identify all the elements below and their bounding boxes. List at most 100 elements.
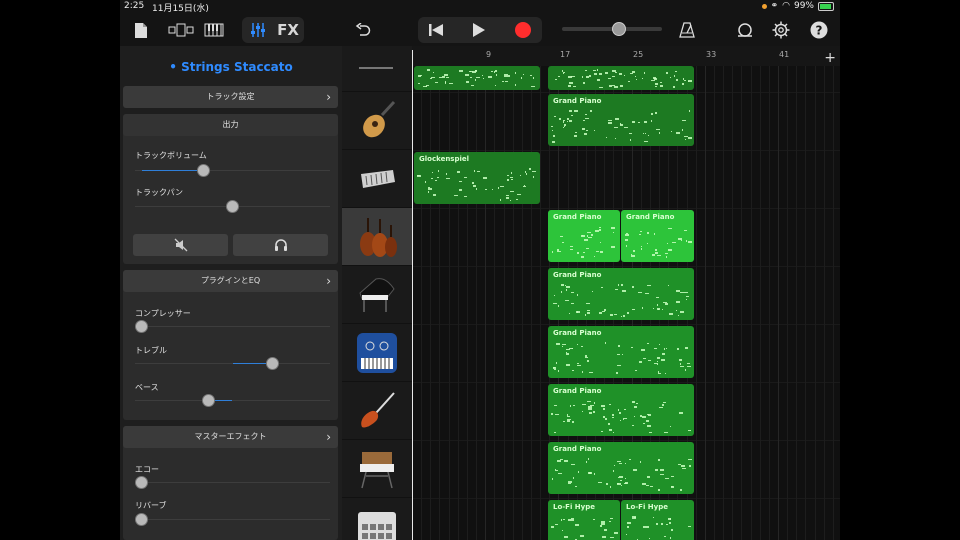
midi-note [585, 117, 590, 120]
loop-browser-button[interactable] [734, 16, 756, 44]
region-lofi-hype-1[interactable]: Lo-Fi Hype [548, 500, 620, 540]
midi-note [629, 72, 633, 75]
midi-note [553, 294, 555, 297]
bass-knob[interactable] [202, 394, 216, 407]
tracks-area[interactable]: Grand Piano Glockenspiel Grand Piano Gra… [412, 66, 840, 540]
metronome-icon [679, 22, 695, 38]
grid-line [750, 66, 752, 540]
track-header-drum-machine[interactable] [342, 498, 412, 540]
midi-note [666, 347, 668, 350]
midi-note [565, 299, 570, 301]
midi-note [433, 71, 435, 74]
midi-note [619, 85, 623, 87]
echo-slider[interactable] [135, 476, 330, 489]
track-header-acoustic-guitar[interactable] [342, 92, 412, 150]
compressor-knob[interactable] [135, 320, 148, 333]
midi-note [573, 404, 576, 407]
region-grand-piano[interactable]: Grand Piano [548, 384, 694, 436]
track-volume-knob[interactable] [196, 164, 210, 177]
midi-note [658, 459, 661, 461]
midi-note [604, 529, 608, 531]
midi-note [608, 520, 611, 523]
region-glockenspiel[interactable]: Glockenspiel [414, 152, 540, 204]
timeline-ruler[interactable]: 9 17 25 33 41 [412, 46, 840, 66]
region-lofi-hype-2[interactable]: Lo-Fi Hype [621, 500, 694, 540]
master-effects-button[interactable]: マスターエフェクト › [123, 426, 338, 448]
midi-note [555, 469, 559, 472]
region-top-partial-2[interactable] [548, 66, 694, 90]
track-settings-button[interactable]: トラック設定 › [123, 86, 338, 108]
midi-note [562, 72, 564, 75]
reverb-slider[interactable] [135, 513, 330, 526]
fx-button[interactable]: FX [274, 16, 302, 44]
keyboard-button[interactable] [202, 16, 226, 44]
echo-knob[interactable] [135, 476, 148, 489]
track-header-grand-piano[interactable] [342, 266, 412, 324]
reverb-knob[interactable] [135, 513, 148, 526]
midi-note [663, 535, 666, 538]
region-name: Glockenspiel [419, 155, 470, 163]
glockenspiel-icon [361, 169, 395, 188]
region-top-partial[interactable] [414, 66, 540, 90]
midi-note [577, 294, 579, 296]
tracks-view-icon [168, 23, 194, 37]
track-pan-knob[interactable] [226, 200, 239, 213]
treble-slider[interactable] [135, 357, 330, 370]
treble-knob[interactable] [266, 357, 280, 370]
play-button[interactable] [468, 16, 490, 44]
midi-note [683, 79, 686, 82]
region-grand-piano[interactable]: Grand Piano [548, 442, 694, 494]
midi-note [601, 536, 606, 538]
solo-button[interactable] [233, 234, 328, 256]
master-volume-knob[interactable] [612, 22, 626, 36]
region-grand-piano[interactable]: Grand Piano [548, 268, 694, 320]
midi-note [653, 233, 655, 235]
help-button[interactable]: ? [808, 16, 830, 44]
midi-note [641, 416, 646, 418]
track-header-strings[interactable] [342, 208, 412, 266]
link-icon: ⚭ [770, 1, 779, 11]
midi-note [562, 518, 565, 521]
compressor-slider[interactable] [135, 320, 330, 333]
midi-note [523, 185, 527, 188]
midi-note [577, 364, 582, 367]
plugins-eq-button[interactable]: プラグインとEQ › [123, 270, 338, 292]
playhead[interactable] [412, 50, 413, 540]
midi-note [566, 364, 571, 366]
region-grand-piano[interactable]: Grand Piano [548, 94, 694, 146]
track-name-title[interactable]: • Strings Staccato [120, 60, 342, 74]
midi-note [617, 460, 622, 463]
midi-note [630, 255, 635, 257]
my-songs-button[interactable] [130, 16, 152, 44]
track-header-synthesizer[interactable] [342, 440, 412, 498]
midi-note [635, 369, 638, 372]
record-button[interactable] [512, 16, 534, 44]
tracks-view-button[interactable] [166, 16, 196, 44]
track-header-synth-keyboard[interactable] [342, 324, 412, 382]
settings-button[interactable] [770, 16, 792, 44]
track-volume-slider[interactable] [135, 164, 330, 177]
mute-button[interactable] [133, 234, 228, 256]
metronome-button[interactable] [676, 16, 698, 44]
midi-note [599, 312, 603, 314]
bass-slider[interactable] [135, 394, 330, 407]
track-header-glockenspiel[interactable] [342, 150, 412, 208]
midi-note [617, 353, 621, 356]
add-section-button[interactable]: + [824, 50, 836, 66]
toolbar: FX ? [120, 14, 840, 46]
midi-note [596, 250, 600, 253]
undo-button[interactable] [352, 16, 374, 44]
track-pan-slider[interactable] [135, 200, 330, 213]
region-grand-piano[interactable]: Grand Piano [548, 326, 694, 378]
track-header-bass[interactable] [342, 382, 412, 440]
midi-note [560, 291, 562, 293]
mixer-button[interactable] [246, 16, 270, 44]
region-grand-piano-selected-1[interactable]: Grand Piano [548, 210, 620, 262]
midi-note [614, 532, 619, 534]
midi-note [665, 303, 669, 305]
midi-note [588, 236, 593, 239]
go-to-beginning-button[interactable] [425, 16, 447, 44]
region-grand-piano-selected-2[interactable]: Grand Piano [621, 210, 694, 262]
midi-note [624, 126, 629, 129]
track-header-partial[interactable] [342, 46, 412, 92]
